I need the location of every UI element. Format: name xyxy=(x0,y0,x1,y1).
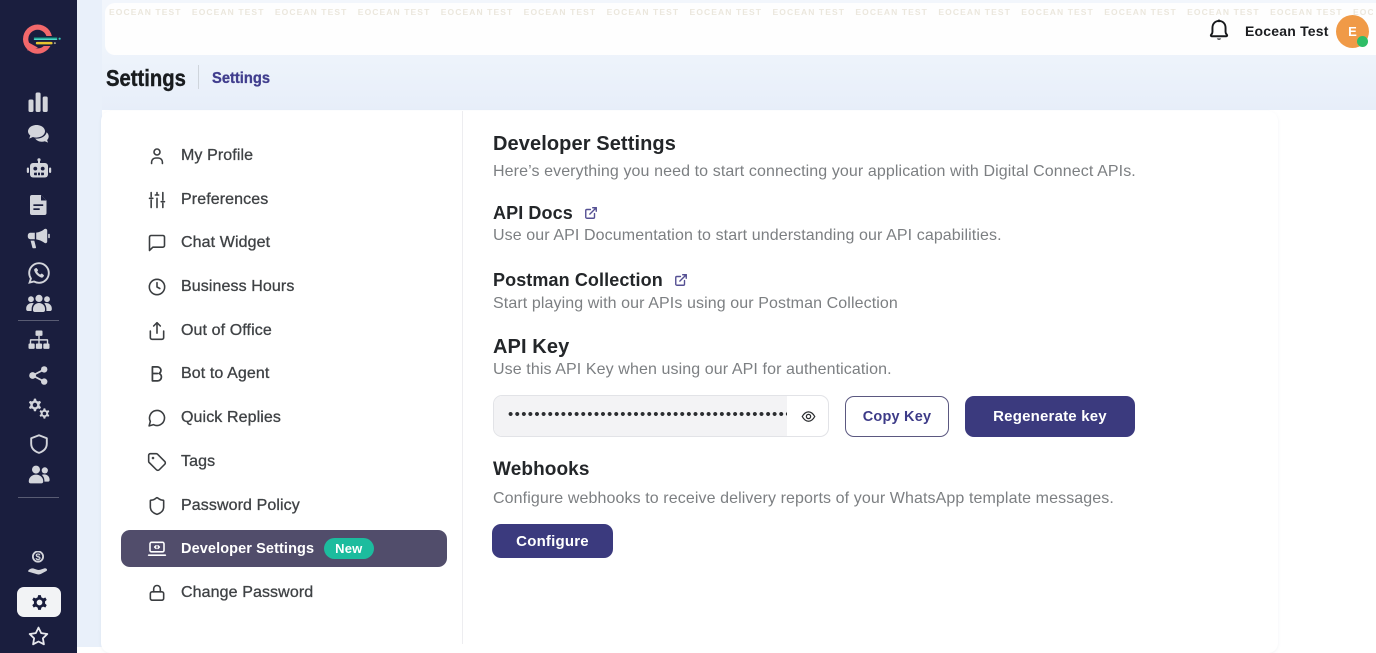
svg-text:$: $ xyxy=(35,552,41,563)
